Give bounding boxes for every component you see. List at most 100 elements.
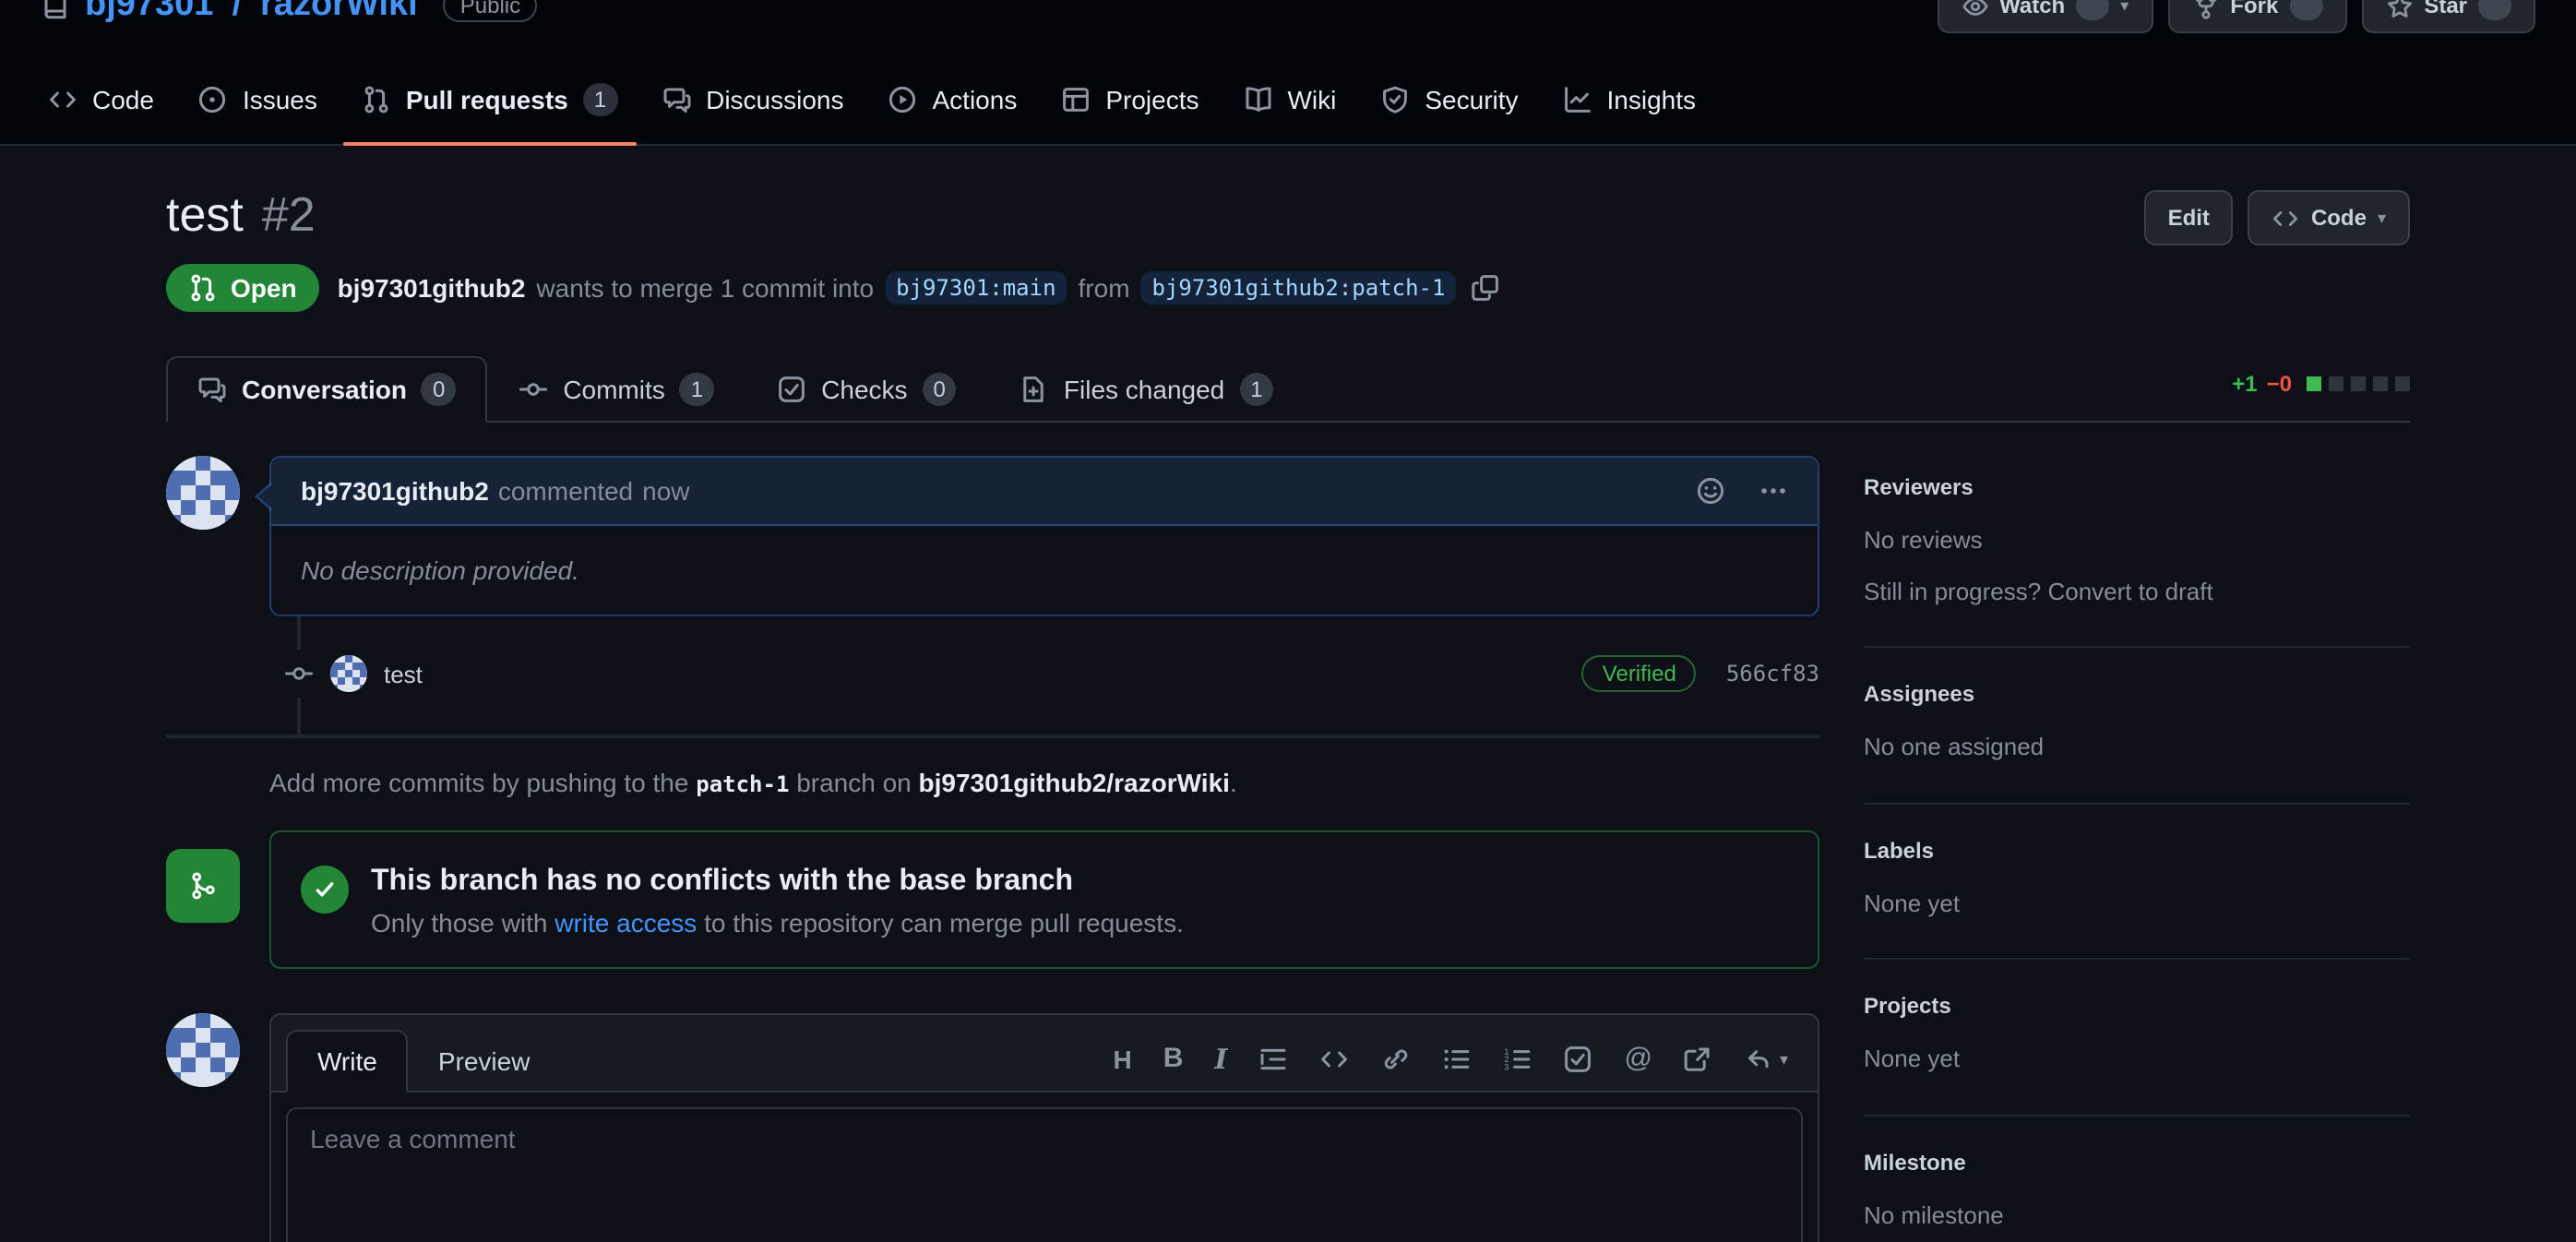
quote-button[interactable]	[1258, 1045, 1288, 1074]
git-pull-request-icon	[362, 85, 391, 114]
avatar[interactable]	[166, 456, 240, 530]
cross-reference-button[interactable]	[1684, 1045, 1713, 1074]
saved-replies-button[interactable]: ▾	[1745, 1045, 1788, 1074]
merge-summary-text: wants to merge 1 commit into	[536, 273, 874, 303]
write-tab[interactable]: Write	[286, 1030, 409, 1093]
nav-tab-security[interactable]: Security	[1362, 61, 1536, 142]
nav-tab-insights[interactable]: Insights	[1544, 61, 1715, 142]
nav-tab-projects[interactable]: Projects	[1043, 61, 1217, 142]
check-icon	[301, 866, 349, 914]
link-button[interactable]	[1380, 1045, 1410, 1074]
caret-down-icon: ▾	[2378, 209, 2386, 226]
tab-conversation[interactable]: Conversation 0	[166, 356, 487, 423]
pr-container: test #2 Edit Code ▾ Open bj97301	[107, 186, 2469, 1242]
commit-sha-link[interactable]: 566cf83	[1726, 661, 1819, 687]
verified-badge[interactable]: Verified	[1582, 655, 1697, 692]
sidebar-section-assignees: Assignees No one assigned	[1864, 648, 2410, 804]
bold-button[interactable]: B	[1163, 1045, 1184, 1074]
tab-commits[interactable]: Commits 1	[487, 356, 745, 423]
base-branch-label[interactable]: bj97301:main	[885, 271, 1067, 305]
repo-name-link[interactable]: razorWiki	[260, 0, 418, 26]
site-header: bj97301/razorWiki Public Watch ▾ Fork	[0, 0, 2576, 146]
push-hint-text: branch on	[796, 768, 912, 797]
book-icon	[1244, 85, 1273, 114]
code-icon	[1319, 1045, 1349, 1074]
composer-body	[271, 1093, 1818, 1242]
code-button[interactable]	[1319, 1045, 1349, 1074]
tab-label: Checks	[821, 375, 907, 404]
sidebar-section-title: Projects	[1864, 993, 2410, 1019]
comment-author[interactable]: bj97301github2	[301, 476, 489, 506]
merge-sub-text: Only those with	[371, 908, 547, 937]
nav-tab-label: Insights	[1607, 85, 1697, 114]
edit-button[interactable]: Edit	[2144, 190, 2234, 245]
convert-to-draft-link[interactable]: Convert to draft	[2047, 577, 2212, 604]
current-user-avatar[interactable]	[166, 1013, 240, 1087]
repo-icon	[41, 0, 70, 20]
nav-tab-wiki[interactable]: Wiki	[1225, 61, 1355, 142]
sidebar-section-title: Milestone	[1864, 1149, 2410, 1175]
sidebar-section-milestone: Milestone No milestone	[1864, 1116, 2410, 1242]
pr-number: #2	[262, 186, 316, 244]
tab-label: Commits	[563, 375, 664, 404]
ordered-list-button[interactable]	[1502, 1045, 1532, 1074]
smiley-icon	[1696, 476, 1725, 506]
comment-composer: Write Preview H B I	[166, 1013, 1819, 1242]
comment-timestamp[interactable]: now	[642, 476, 689, 506]
watch-button[interactable]: Watch ▾	[1937, 0, 2153, 33]
nav-tab-issues[interactable]: Issues	[180, 61, 336, 142]
comment-options-button[interactable]	[1759, 476, 1788, 506]
nav-tab-pull-requests[interactable]: Pull requests 1	[343, 59, 636, 144]
timeline-commit-group: test Verified 566cf83	[166, 616, 1819, 734]
pr-tabnav: Conversation 0 Commits 1 Checks 0 Files …	[166, 356, 2410, 423]
add-reaction-button[interactable]	[1696, 476, 1725, 506]
push-hint-text: Add more commits by pushing to the	[269, 768, 688, 797]
preview-tab[interactable]: Preview	[409, 1032, 560, 1091]
graph-icon	[1563, 85, 1592, 114]
timeline-divider	[166, 734, 1819, 738]
kebab-icon	[1759, 476, 1788, 506]
head-branch-label[interactable]: bj97301github2:patch-1	[1141, 271, 1457, 305]
italic-button[interactable]: I	[1214, 1045, 1227, 1074]
star-button[interactable]: Star	[2361, 0, 2535, 33]
merge-status-box: This branch has no conflicts with the ba…	[269, 830, 1819, 969]
play-icon	[888, 85, 918, 114]
pr-title-bar: test #2 Edit Code ▾	[166, 186, 2410, 245]
code-dropdown-button[interactable]: Code ▾	[2248, 190, 2410, 245]
commit-row: test Verified 566cf83	[284, 650, 1819, 698]
pr-state-badge: Open	[166, 264, 319, 312]
sidebar-section-labels: Labels None yet	[1864, 804, 2410, 960]
cross-reference-icon	[1684, 1045, 1713, 1074]
sidebar-section-body: No milestone	[1864, 1197, 2410, 1233]
heading-button[interactable]: H	[1113, 1045, 1131, 1074]
tasklist-button[interactable]	[1563, 1045, 1592, 1074]
tab-files-changed[interactable]: Files changed 1	[988, 356, 1306, 423]
nav-tab-actions[interactable]: Actions	[870, 61, 1036, 142]
nav-tab-discussions[interactable]: Discussions	[643, 61, 862, 142]
fork-button[interactable]: Fork	[2167, 0, 2346, 33]
edit-label: Edit	[2168, 199, 2210, 236]
repo-owner-link[interactable]: bj97301	[85, 0, 213, 26]
commit-meta: Verified 566cf83	[1582, 655, 1819, 692]
merge-status-section: This branch has no conflicts with the ba…	[166, 830, 1819, 969]
unordered-list-button[interactable]	[1441, 1045, 1471, 1074]
write-access-link[interactable]: write access	[555, 908, 697, 937]
nav-tab-code[interactable]: Code	[30, 61, 173, 142]
tab-label: Conversation	[242, 375, 407, 404]
pr-author-link[interactable]: bj97301github2	[338, 273, 526, 303]
commit-message-link[interactable]: test	[384, 660, 423, 687]
diffstat-block	[2329, 376, 2343, 390]
comment-textarea[interactable]	[286, 1107, 1803, 1242]
issue-opened-icon	[198, 85, 228, 114]
copy-icon	[1471, 273, 1500, 303]
copy-branch-button[interactable]	[1467, 269, 1504, 306]
tab-checks[interactable]: Checks 0	[745, 356, 988, 423]
merge-status-subtitle: Only those with write access to this rep…	[371, 908, 1184, 937]
fork-label: Fork	[2230, 0, 2278, 24]
file-diff-icon	[1020, 375, 1049, 404]
pr-timeline: bj97301github2 commented now	[166, 456, 1819, 1242]
discussion-icon	[197, 375, 227, 404]
repo-slash: /	[232, 0, 242, 26]
commit-author-avatar[interactable]	[330, 655, 367, 692]
mention-button[interactable]: @	[1624, 1045, 1652, 1074]
